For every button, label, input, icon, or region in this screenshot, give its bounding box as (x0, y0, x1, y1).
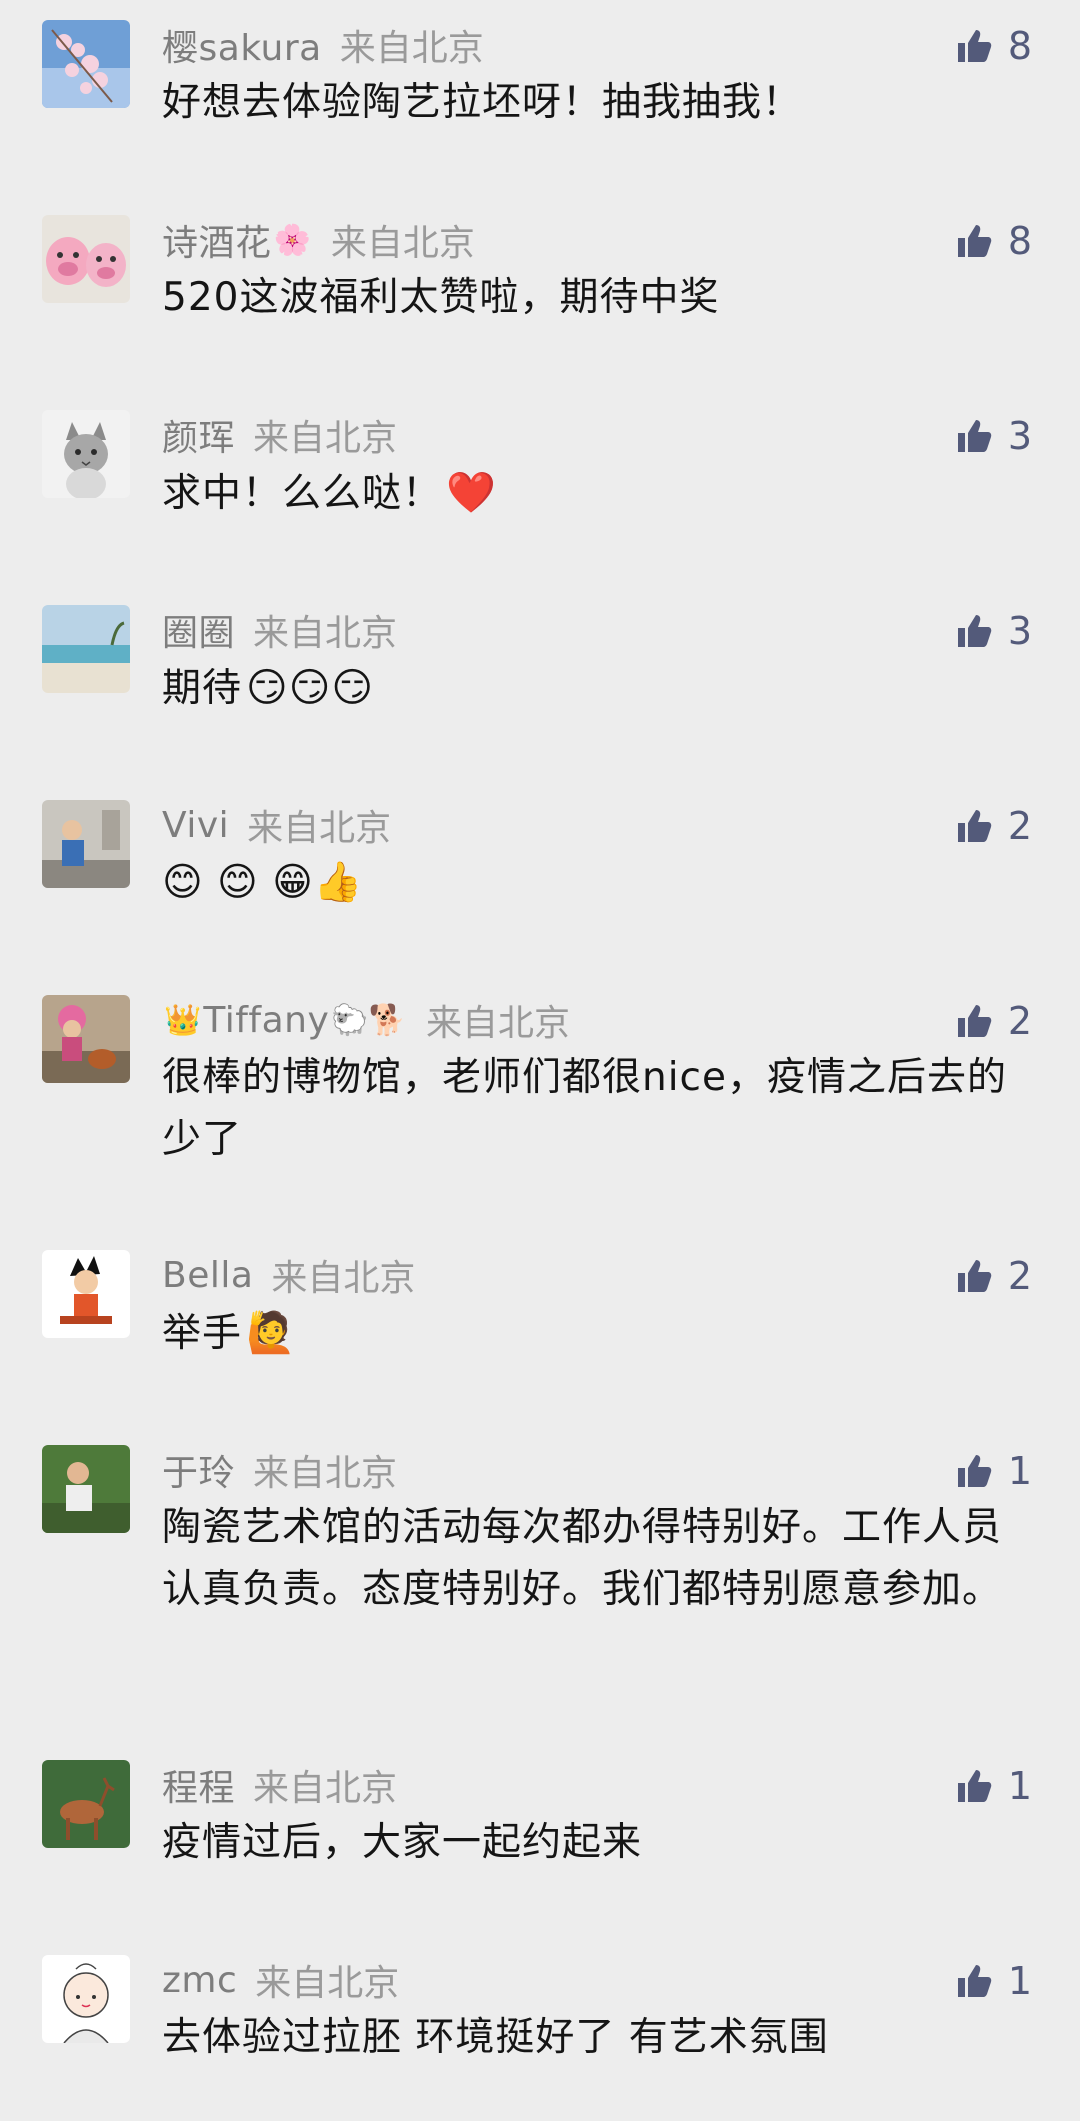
nickname[interactable]: Vivi (162, 805, 229, 846)
nickname[interactable]: 于玲 (162, 1444, 235, 1496)
comment-text: 陶瓷艺术馆的活动每次都办得特别好。工作人员认真负责。态度特别好。我们都特别愿意参… (162, 1505, 1003, 1612)
comment-meta: 于玲 来自北京 (162, 1445, 397, 1495)
thumbs-up-icon (957, 1005, 992, 1037)
thumbs-up-icon (957, 225, 992, 257)
thumbs-up-icon (957, 615, 992, 647)
raising-hand-icon: 🙋 (246, 1310, 297, 1356)
location-label: 来自北京 (253, 418, 398, 459)
pink-pigs-avatar[interactable] (42, 215, 130, 303)
flower-icon: 🌸 (273, 222, 311, 258)
comment-meta: 👑 Tiffany 🐑🐕 来自北京 (162, 995, 570, 1045)
nickname[interactable]: zmc (162, 1960, 237, 2001)
comment-list: 樱sakura 来自北京 8 好想去体验陶艺拉坯呀！抽我抽我！ 诗酒花 🌸 来自… (0, 0, 1080, 2121)
comment-meta: 圈圈 来自北京 (162, 605, 397, 655)
heart-icon: ❤️ (446, 470, 497, 516)
crown-icon: 👑 (164, 1002, 202, 1038)
like-count: 2 (1007, 1254, 1032, 1298)
comment-meta: Bella 来自北京 (162, 1250, 415, 1300)
cherry-blossom-avatar[interactable] (42, 20, 130, 108)
like-button[interactable]: 2 (954, 804, 1032, 848)
comment-text: 求中！么么哒！ ❤️ (162, 470, 497, 516)
boy-photo-avatar[interactable] (42, 1445, 130, 1533)
nickname[interactable]: 樱sakura (162, 19, 322, 71)
location-label: 来自北京 (247, 808, 392, 849)
thumbs-up-icon (957, 30, 992, 62)
like-count: 3 (1007, 414, 1032, 458)
nickname[interactable]: 程程 (162, 1759, 235, 1811)
comment-text: 举手 🙋 (162, 1310, 297, 1356)
sheep-dog-icon: 🐑🐕 (331, 1002, 406, 1038)
comment-meta: zmc 来自北京 (162, 1955, 399, 2005)
thumbs-up-icon (957, 1455, 992, 1487)
pink-hat-avatar[interactable] (42, 995, 130, 1083)
nickname[interactable]: Tiffany (203, 1000, 329, 1041)
like-button[interactable]: 8 (954, 24, 1032, 68)
girl-drawing-avatar[interactable] (42, 1955, 130, 2043)
thumbs-up-icon (957, 1770, 992, 1802)
thumbs-up-icon (957, 810, 992, 842)
smirk-emoji-icon: 😏😏😏 (246, 665, 375, 711)
like-count: 1 (1007, 1959, 1032, 2003)
location-label: 来自北京 (253, 1453, 398, 1494)
nickname[interactable]: 诗酒花 (162, 214, 272, 266)
comment-text: 去体验过拉胚 环境挺好了 有艺术氛围 (162, 2015, 829, 2060)
thumbs-up-icon (957, 420, 992, 452)
like-button[interactable]: 8 (954, 219, 1032, 263)
location-label: 来自北京 (339, 28, 484, 69)
location-label: 来自北京 (253, 1768, 398, 1809)
nickname[interactable]: 颜珲 (162, 409, 235, 461)
like-count: 2 (1007, 999, 1032, 1043)
like-button[interactable]: 2 (954, 1254, 1032, 1298)
location-label: 来自北京 (255, 1963, 400, 2004)
like-button[interactable]: 3 (954, 414, 1032, 458)
beach-avatar[interactable] (42, 605, 130, 693)
comment-text: 很棒的博物馆，老师们都很nice，疫情之后去的少了 (162, 1055, 1007, 1162)
comment-text: 期待 😏😏😏 (162, 665, 375, 711)
location-label: 来自北京 (330, 223, 475, 264)
location-label: 来自北京 (253, 613, 398, 654)
like-count: 8 (1007, 24, 1032, 68)
child-photo-avatar[interactable] (42, 800, 130, 888)
like-count: 2 (1007, 804, 1032, 848)
like-count: 8 (1007, 219, 1032, 263)
cat-avatar[interactable] (42, 410, 130, 498)
thumbs-up-icon (957, 1260, 992, 1292)
like-button[interactable]: 3 (954, 609, 1032, 653)
nickname[interactable]: Bella (162, 1255, 253, 1296)
nickname[interactable]: 圈圈 (162, 604, 235, 656)
like-count: 1 (1007, 1449, 1032, 1493)
comment-meta: 樱sakura 来自北京 (162, 20, 484, 70)
like-count: 3 (1007, 609, 1032, 653)
comment-meta: Vivi 来自北京 (162, 800, 391, 850)
like-button[interactable]: 1 (954, 1449, 1032, 1493)
cartoon-avatar[interactable] (42, 1250, 130, 1338)
like-count: 1 (1007, 1764, 1032, 1808)
deer-avatar[interactable] (42, 1760, 130, 1848)
comment-text: 好想去体验陶艺拉坯呀！抽我抽我！ (162, 80, 803, 125)
like-button[interactable]: 1 (954, 1764, 1032, 1808)
comment-text: 520这波福利太赞啦，期待中奖 (162, 275, 720, 320)
thumbs-up-icon (957, 1965, 992, 1997)
comment-text: 疫情过后，大家一起约起来 (162, 1820, 643, 1865)
location-label: 来自北京 (426, 1003, 571, 1044)
comment-meta: 程程 来自北京 (162, 1760, 397, 1810)
location-label: 来自北京 (271, 1258, 416, 1299)
like-button[interactable]: 2 (954, 999, 1032, 1043)
comment-text: 😊 😊 😁👍 (162, 860, 364, 905)
comment-meta: 颜珲 来自北京 (162, 410, 397, 460)
like-button[interactable]: 1 (954, 1959, 1032, 2003)
comment-meta: 诗酒花 🌸 来自北京 (162, 215, 475, 265)
